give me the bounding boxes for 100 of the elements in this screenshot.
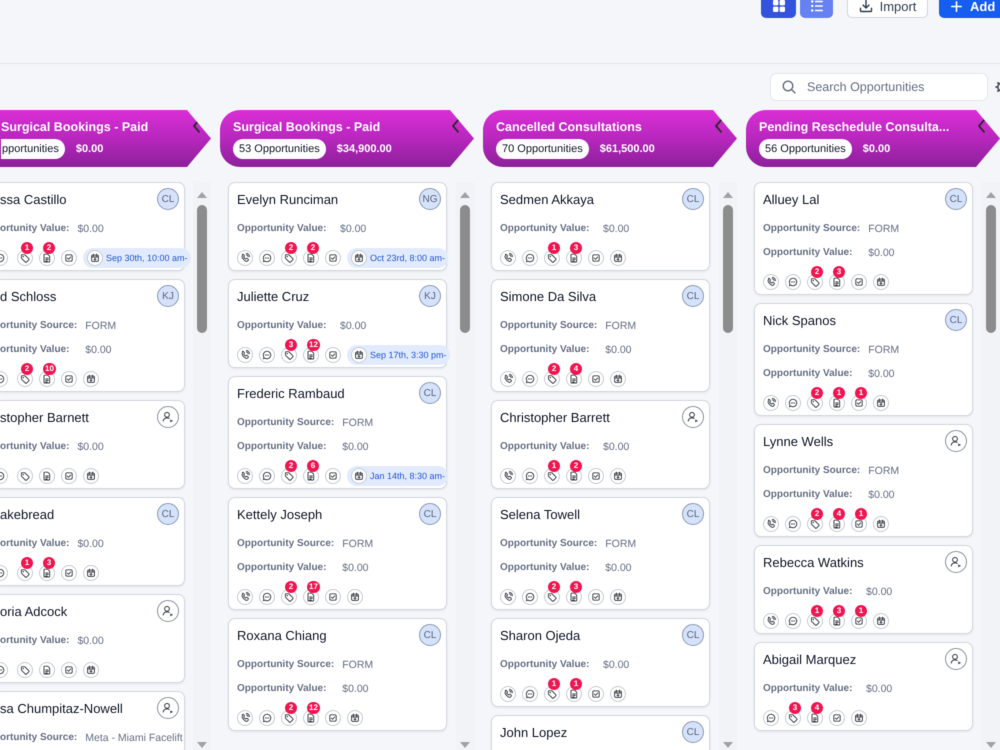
opportunity-card[interactable]: Selena Towell CL Opportunity Source: FORM Opportunity Value: $0.00 2 3 xyxy=(491,497,710,610)
calendar-plus-icon[interactable] xyxy=(83,371,99,387)
avatar[interactable]: CL xyxy=(682,503,704,525)
grid-view-button[interactable] xyxy=(761,0,796,18)
opportunity-card[interactable]: Lynne Wells Opportunity Source: FORM Opportunity Value: $0.00 2 4 1 xyxy=(754,424,973,537)
chat-bubble-icon[interactable] xyxy=(259,468,275,484)
list-view-button[interactable] xyxy=(800,0,833,18)
phone-icon[interactable] xyxy=(500,250,516,266)
chat-bubble-icon[interactable] xyxy=(259,347,275,363)
opportunity-card[interactable]: stopher Barnett ortunity Value: $0.00 xyxy=(0,400,185,489)
appointment-chip[interactable]: Oct 23rd, 8:00 am- xyxy=(347,248,448,268)
calendar-plus-icon[interactable] xyxy=(83,565,99,581)
calendar-plus-icon[interactable] xyxy=(851,710,867,726)
appointment-chip[interactable]: Sep 30th, 10:00 am- xyxy=(83,248,191,268)
avatar[interactable]: CL xyxy=(945,309,967,331)
scrollbar-thumb[interactable] xyxy=(723,205,733,333)
opportunity-card[interactable]: Nick Spanos CL Opportunity Source: FORM Opportunity Value: $0.00 2 1 1 xyxy=(754,303,973,416)
calendar-plus-icon[interactable] xyxy=(610,589,626,605)
opportunity-card[interactable]: Simone Da Silva CL Opportunity Source: FORM Opportunity Value: $0.00 2 4 xyxy=(491,279,710,392)
avatar[interactable]: CL xyxy=(682,285,704,307)
opportunity-card[interactable]: Rebecca Watkins Opportunity Value: $0.00 1 3 1 xyxy=(754,545,973,634)
chat-bubble-icon[interactable] xyxy=(785,516,801,532)
calendar-plus-icon[interactable] xyxy=(610,371,626,387)
search-field[interactable]: Search Opportunities xyxy=(770,73,988,101)
phone-icon[interactable] xyxy=(500,589,516,605)
avatar[interactable]: CL xyxy=(157,188,179,210)
scrollbar-thumb[interactable] xyxy=(197,205,207,333)
chat-bubble-icon[interactable] xyxy=(522,589,538,605)
document-icon[interactable] xyxy=(39,662,55,678)
phone-icon[interactable] xyxy=(763,516,779,532)
phone-icon[interactable] xyxy=(237,468,253,484)
settings-icon[interactable] xyxy=(994,80,1000,94)
calendar-plus-icon[interactable] xyxy=(873,274,889,290)
opportunity-card[interactable]: akebread CL ortunity Value: $0.00 1 3 xyxy=(0,497,185,586)
opportunity-card[interactable]: Kettely Joseph CL Opportunity Source: FORM Opportunity Value: $0.00 2 17 xyxy=(228,497,447,610)
user-icon[interactable] xyxy=(157,600,179,622)
phone-icon[interactable] xyxy=(763,613,779,629)
document-icon[interactable] xyxy=(39,468,55,484)
opportunity-card[interactable]: sa Chumpitaz-Nowell ortunity Source: Meta - Miami Facelift xyxy=(0,691,185,750)
opportunity-card[interactable]: d Schloss KJ ortunity Source: FORM ortunity Value: $0.00 2 10 xyxy=(0,279,185,392)
scrollbar-thumb[interactable] xyxy=(986,205,996,333)
chat-bubble-icon[interactable] xyxy=(0,662,8,678)
chat-bubble-icon[interactable] xyxy=(522,686,538,702)
chat-bubble-icon[interactable] xyxy=(0,468,8,484)
chat-bubble-icon[interactable] xyxy=(259,250,275,266)
opportunity-card[interactable]: Abigail Marquez Opportunity Value: $0.00 3 4 xyxy=(754,642,973,731)
opportunity-card[interactable]: Sharon Ojeda CL Opportunity Value: $0.00 1 1 xyxy=(491,618,710,707)
opportunity-card[interactable]: John Lopez CL xyxy=(491,715,710,750)
chat-bubble-icon[interactable] xyxy=(785,274,801,290)
phone-icon[interactable] xyxy=(763,274,779,290)
chevron-left-icon[interactable] xyxy=(977,119,986,133)
user-icon[interactable] xyxy=(945,430,967,452)
calendar-plus-icon[interactable] xyxy=(873,395,889,411)
tag-icon[interactable] xyxy=(17,662,33,678)
user-icon[interactable] xyxy=(945,551,967,573)
calendar-plus-icon[interactable] xyxy=(83,662,99,678)
calendar-plus-icon[interactable] xyxy=(873,613,889,629)
avatar[interactable]: CL xyxy=(419,624,441,646)
phone-icon[interactable] xyxy=(237,347,253,363)
avatar[interactable]: CL xyxy=(419,503,441,525)
scrollbar-thumb[interactable] xyxy=(460,205,470,333)
chevron-left-icon[interactable] xyxy=(714,119,723,133)
phone-icon[interactable] xyxy=(237,250,253,266)
chat-bubble-icon[interactable] xyxy=(522,250,538,266)
avatar[interactable]: CL xyxy=(682,624,704,646)
appointment-chip[interactable]: Jan 14th, 8:30 am- xyxy=(347,466,448,486)
opportunity-card[interactable]: Christopher Barrett Opportunity Value: $0.00 1 2 xyxy=(491,400,710,489)
calendar-plus-icon[interactable] xyxy=(347,710,363,726)
calendar-plus-icon[interactable] xyxy=(83,468,99,484)
avatar[interactable]: KJ xyxy=(419,285,441,307)
calendar-plus-icon[interactable] xyxy=(347,589,363,605)
phone-icon[interactable] xyxy=(500,371,516,387)
avatar[interactable]: CL xyxy=(945,188,967,210)
calendar-plus-icon[interactable] xyxy=(873,516,889,532)
opportunity-card[interactable]: Juliette Cruz KJ Opportunity Value: $0.00 3 12 Sep 17th, 3:30 pm- xyxy=(228,279,447,368)
opportunity-card[interactable]: oria Adcock ortunity Value: $0.00 xyxy=(0,594,185,683)
chevron-left-icon[interactable] xyxy=(192,119,201,133)
chat-bubble-icon[interactable] xyxy=(0,565,8,581)
avatar[interactable]: CL xyxy=(682,721,704,743)
user-icon[interactable] xyxy=(682,406,704,428)
calendar-plus-icon[interactable] xyxy=(610,468,626,484)
opportunity-card[interactable]: Alluey Lal CL Opportunity Source: FORM Opportunity Value: $0.00 2 3 xyxy=(754,182,973,295)
calendar-plus-icon[interactable] xyxy=(610,686,626,702)
user-icon[interactable] xyxy=(157,406,179,428)
user-icon[interactable] xyxy=(945,648,967,670)
chat-bubble-icon[interactable] xyxy=(522,468,538,484)
chat-bubble-icon[interactable] xyxy=(785,613,801,629)
opportunity-card[interactable]: Roxana Chiang CL Opportunity Source: FORM Opportunity Value: $0.00 2 12 xyxy=(228,618,447,731)
phone-icon[interactable] xyxy=(500,686,516,702)
chat-bubble-icon[interactable] xyxy=(0,250,8,266)
chat-bubble-icon[interactable] xyxy=(259,710,275,726)
chat-bubble-icon[interactable] xyxy=(259,589,275,605)
avatar[interactable]: NG xyxy=(419,188,441,210)
avatar[interactable]: CL xyxy=(157,503,179,525)
tag-icon[interactable] xyxy=(17,468,33,484)
avatar[interactable]: KJ xyxy=(157,285,179,307)
avatar[interactable]: CL xyxy=(419,382,441,404)
user-icon[interactable] xyxy=(157,697,179,719)
phone-icon[interactable] xyxy=(237,589,253,605)
calendar-plus-icon[interactable] xyxy=(610,250,626,266)
